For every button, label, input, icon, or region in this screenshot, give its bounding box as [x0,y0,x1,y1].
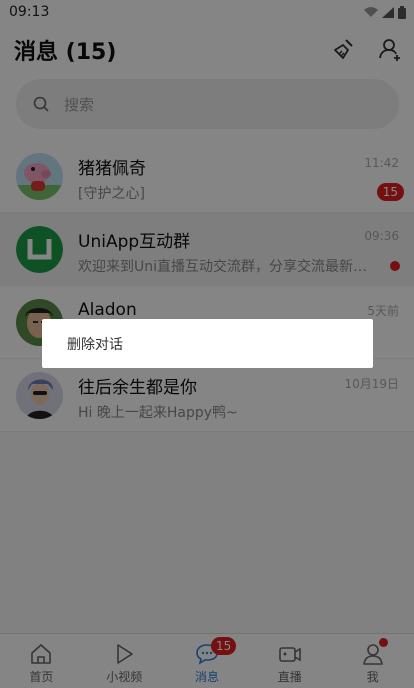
delete-conversation-button[interactable]: 删除对话 [67,334,123,354]
context-menu: 删除对话 [42,319,373,368]
